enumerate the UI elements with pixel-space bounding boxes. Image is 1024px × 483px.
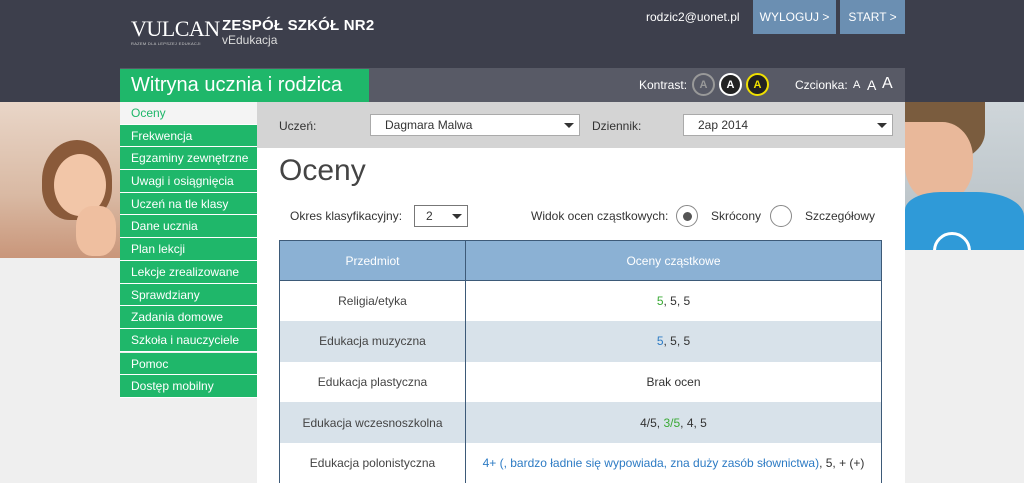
column-header-subject: Przedmiot	[279, 240, 466, 281]
site-title: Witryna ucznia i rodzica	[120, 69, 369, 102]
table-row: Edukacja muzyczna 5, 5, 5	[279, 321, 882, 362]
grade-value: , 5, 5	[663, 334, 691, 349]
school-name: ZESPÓŁ SZKÓŁ NR2	[222, 17, 375, 34]
font-large-button[interactable]: A	[882, 75, 893, 93]
logo-tagline: RAZEM DLA LEPSZEJ EDUKACJI	[131, 41, 201, 46]
table-row: Religia/etyka 5, 5, 5	[279, 280, 882, 322]
view-detailed-radio[interactable]	[770, 205, 792, 227]
contrast-normal-button[interactable]: A	[692, 73, 715, 96]
logout-button[interactable]: WYLOGUJ >	[753, 0, 836, 34]
sidebar-item-zadania-domowe[interactable]: Zadania domowe	[120, 306, 257, 329]
view-mode-label: Widok ocen cząstkowych:	[531, 209, 669, 223]
chevron-down-icon	[452, 214, 462, 219]
table-row: Edukacja polonistyczna 4+ (, bardzo ładn…	[279, 442, 882, 483]
journal-label: Dziennik:	[592, 119, 642, 133]
page-title: Oceny	[279, 154, 366, 187]
sidebar-item-szkola-i-nauczyciele[interactable]: Szkoła i nauczyciele	[120, 328, 257, 352]
sidebar-item-lekcje-zrealizowane[interactable]: Lekcje zrealizowane	[120, 260, 257, 284]
font-size-label: Czcionka:	[795, 78, 848, 92]
font-medium-button[interactable]: A	[867, 77, 876, 93]
contrast-high-yellow-button[interactable]: A	[746, 73, 769, 96]
subject-cell: Edukacja plastyczna	[279, 361, 466, 403]
period-select[interactable]: 2	[414, 205, 468, 227]
sidebar-item-dostep-mobilny[interactable]: Dostęp mobilny	[120, 375, 257, 398]
sidebar-item-sprawdziany[interactable]: Sprawdziany	[120, 283, 257, 307]
grade-value: 4/5,	[640, 415, 664, 430]
journal-select-value: 2ap 2014	[698, 118, 749, 132]
contrast-high-white-button[interactable]: A	[719, 73, 742, 96]
user-email: rodzic2@uonet.pl	[646, 10, 740, 24]
chevron-down-icon	[877, 123, 887, 128]
subject-cell: Religia/etyka	[279, 280, 466, 322]
sidebar-menu: Oceny Frekwencja Egzaminy zewnętrzne Uwa…	[120, 102, 257, 398]
font-small-button[interactable]: A	[853, 79, 860, 91]
view-short-label: Skrócony	[711, 209, 762, 223]
girl-hand-shape	[76, 206, 116, 256]
grade-value[interactable]: 5	[657, 334, 664, 348]
chevron-down-icon	[564, 123, 574, 128]
grades-cell: 4+ (, bardzo ładnie się wypowiada, zna d…	[465, 442, 882, 483]
contrast-label: Kontrast:	[639, 78, 688, 92]
grade-value[interactable]: 4+ (, bardzo ładnie się wypowiada, zna d…	[483, 456, 820, 470]
table-row: Edukacja wczesnoszkolna 4/5, 3/5, 4, 5	[279, 402, 882, 443]
view-detailed-label: Szczegółowy	[805, 209, 876, 223]
sidebar-item-oceny[interactable]: Oceny	[120, 102, 257, 125]
student-select-value: Dagmara Malwa	[385, 118, 473, 132]
sidebar-item-dane-ucznia[interactable]: Dane ucznia	[120, 215, 257, 239]
grades-table: Przedmiot Oceny cząstkowe Religia/etyka …	[279, 240, 882, 483]
logo-text: VULCAN	[131, 16, 220, 41]
grade-value: , 5, 5	[663, 294, 691, 309]
boy-photo	[905, 102, 1024, 250]
school-subtitle: vEdukacja	[222, 33, 278, 47]
sidebar-item-pomoc[interactable]: Pomoc	[120, 352, 257, 376]
sidebar-item-egzaminy[interactable]: Egzaminy zewnętrzne	[120, 147, 257, 171]
boy-face-shape	[905, 122, 973, 202]
vulcan-logo: VULCAN RAZEM DLA LEPSZEJ EDUKACJI	[131, 16, 220, 47]
girl-photo	[0, 102, 120, 258]
student-label: Uczeń:	[279, 119, 317, 133]
filter-bar: Uczeń: Dagmara Malwa Dziennik: 2ap 2014	[257, 102, 905, 148]
grade-value[interactable]: 5	[657, 294, 664, 308]
grade-value: , 4, 5	[680, 415, 707, 430]
grades-cell: 5, 5, 5	[465, 280, 882, 322]
school-info: ZESPÓŁ SZKÓŁ NR2 vEdukacja	[222, 17, 374, 47]
grades-cell: 4/5, 3/5, 4, 5	[465, 402, 882, 443]
journal-select[interactable]: 2ap 2014	[683, 114, 893, 136]
start-button[interactable]: START >	[840, 0, 905, 34]
sidebar-item-uczen-na-tle-klasy[interactable]: Uczeń na tle klasy	[120, 192, 257, 216]
grade-value: , 5, + (+)	[819, 456, 865, 471]
table-row: Edukacja plastyczna Brak ocen	[279, 361, 882, 403]
no-grades-text: Brak ocen	[646, 374, 701, 389]
sidebar-item-uwagi[interactable]: Uwagi i osiągnięcia	[120, 170, 257, 193]
period-label: Okres klasyfikacyjny:	[290, 209, 403, 223]
view-short-radio[interactable]	[676, 205, 698, 227]
table-header-row: Przedmiot Oceny cząstkowe	[279, 240, 882, 281]
subject-cell: Edukacja muzyczna	[279, 321, 466, 362]
main-content: Uczeń: Dagmara Malwa Dziennik: 2ap 2014 …	[257, 102, 905, 483]
sidebar-item-frekwencja[interactable]: Frekwencja	[120, 124, 257, 148]
subject-cell: Edukacja polonistyczna	[279, 442, 466, 483]
column-header-grades: Oceny cząstkowe	[465, 240, 882, 281]
grades-cell: 5, 5, 5	[465, 321, 882, 362]
student-select[interactable]: Dagmara Malwa	[370, 114, 580, 136]
period-select-value: 2	[426, 209, 433, 223]
subject-cell: Edukacja wczesnoszkolna	[279, 402, 466, 443]
sidebar-item-plan-lekcji[interactable]: Plan lekcji	[120, 238, 257, 261]
grade-value[interactable]: 3/5	[663, 416, 680, 430]
grades-cell: Brak ocen	[465, 361, 882, 403]
